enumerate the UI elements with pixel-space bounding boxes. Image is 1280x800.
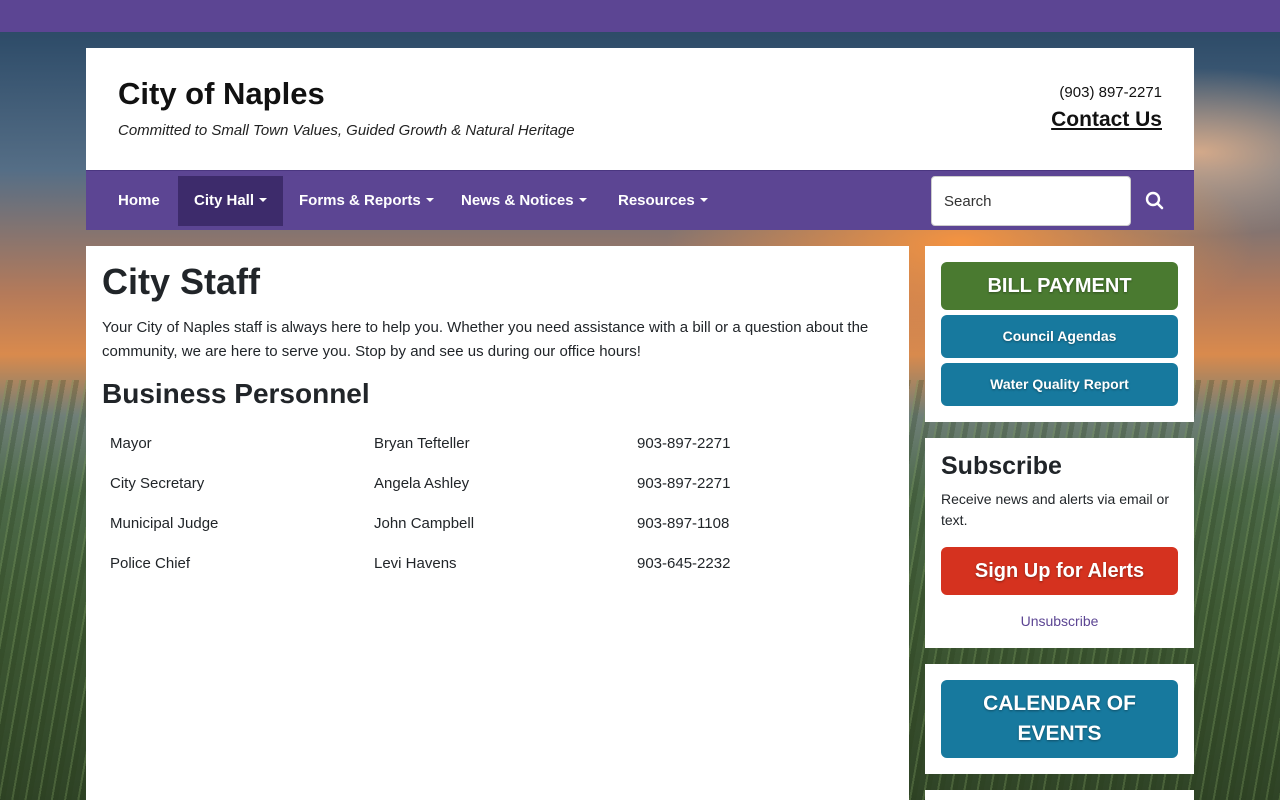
search-icon	[1145, 191, 1164, 210]
caret-down-icon	[578, 198, 587, 202]
main-content: City Staff Your City of Naples staff is …	[86, 246, 909, 800]
search-button[interactable]	[1141, 187, 1169, 215]
nav-city-hall-label: City Hall	[194, 192, 255, 209]
calendar-card: CALENDAR OF EVENTS	[925, 664, 1194, 774]
table-row: Mayor Bryan Tefteller 903-897-2271	[102, 424, 893, 464]
personnel-name: Angela Ashley	[374, 475, 470, 493]
personnel-phone: 903-645-2232	[637, 555, 731, 573]
intro-text: Your City of Naples staff is always here…	[102, 318, 869, 360]
caret-down-icon	[259, 198, 268, 202]
header-phone[interactable]: (903) 897-2271	[1059, 84, 1162, 101]
nav-forms-reports-label: Forms & Reports	[299, 192, 421, 209]
quick-links-card: BILL PAYMENT Council Agendas Water Quali…	[925, 246, 1194, 422]
nav-news-notices[interactable]: News & Notices	[445, 176, 603, 226]
personnel-role: City Secretary	[110, 475, 205, 493]
calendar-label-line1: CALENDAR OF	[983, 692, 1136, 715]
personnel-table: Mayor Bryan Tefteller 903-897-2271 City …	[102, 424, 893, 584]
personnel-name: Levi Havens	[374, 555, 457, 573]
personnel-name: John Campbell	[374, 515, 475, 533]
unsubscribe-link[interactable]: Unsubscribe	[941, 613, 1178, 629]
nav-home[interactable]: Home	[102, 176, 176, 226]
nav-home-label: Home	[118, 192, 160, 209]
personnel-role: Police Chief	[110, 555, 191, 573]
calendar-label-line2: EVENTS	[1017, 722, 1102, 745]
nav-news-notices-label: News & Notices	[461, 192, 574, 209]
caret-down-icon	[699, 198, 708, 202]
top-bar	[0, 0, 1280, 32]
site-tagline: Committed to Small Town Values, Guided G…	[118, 122, 575, 139]
subscribe-title: Subscribe	[941, 452, 1062, 480]
water-quality-report-button[interactable]: Water Quality Report	[941, 363, 1178, 406]
personnel-name: Bryan Tefteller	[374, 435, 470, 453]
subscribe-text: Receive news and alerts via email or tex…	[941, 491, 1169, 528]
site-header: City of Naples Committed to Small Town V…	[86, 48, 1194, 170]
personnel-role: Mayor	[110, 435, 152, 453]
personnel-role: Municipal Judge	[110, 515, 219, 533]
table-row: City Secretary Angela Ashley 903-897-227…	[102, 464, 893, 504]
council-agendas-button[interactable]: Council Agendas	[941, 315, 1178, 358]
main-navbar: Home City Hall Forms & Reports News & No…	[86, 170, 1194, 230]
nav-resources-label: Resources	[618, 192, 695, 209]
site-title[interactable]: City of Naples	[118, 76, 325, 112]
page-title: City Staff	[102, 261, 261, 302]
nav-resources[interactable]: Resources	[602, 176, 724, 226]
sign-up-alerts-button[interactable]: Sign Up for Alerts	[941, 547, 1178, 595]
bill-payment-button[interactable]: BILL PAYMENT	[941, 262, 1178, 310]
search-input[interactable]	[931, 176, 1131, 226]
table-row: Police Chief Levi Havens 903-645-2232	[102, 544, 893, 584]
nav-forms-reports[interactable]: Forms & Reports	[283, 176, 450, 226]
contact-us-link[interactable]: Contact Us	[1051, 108, 1162, 132]
table-row: Municipal Judge John Campbell 903-897-11…	[102, 504, 893, 544]
section-title: Business Personnel	[102, 377, 370, 409]
nav-city-hall[interactable]: City Hall	[178, 176, 284, 226]
next-card-edge	[925, 790, 1194, 800]
calendar-of-events-button[interactable]: CALENDAR OF EVENTS	[941, 680, 1178, 758]
personnel-phone: 903-897-2271	[637, 435, 731, 453]
personnel-phone: 903-897-1108	[637, 515, 730, 533]
personnel-phone: 903-897-2271	[637, 475, 731, 493]
subscribe-card: Subscribe Receive news and alerts via em…	[925, 438, 1194, 648]
caret-down-icon	[425, 198, 434, 202]
